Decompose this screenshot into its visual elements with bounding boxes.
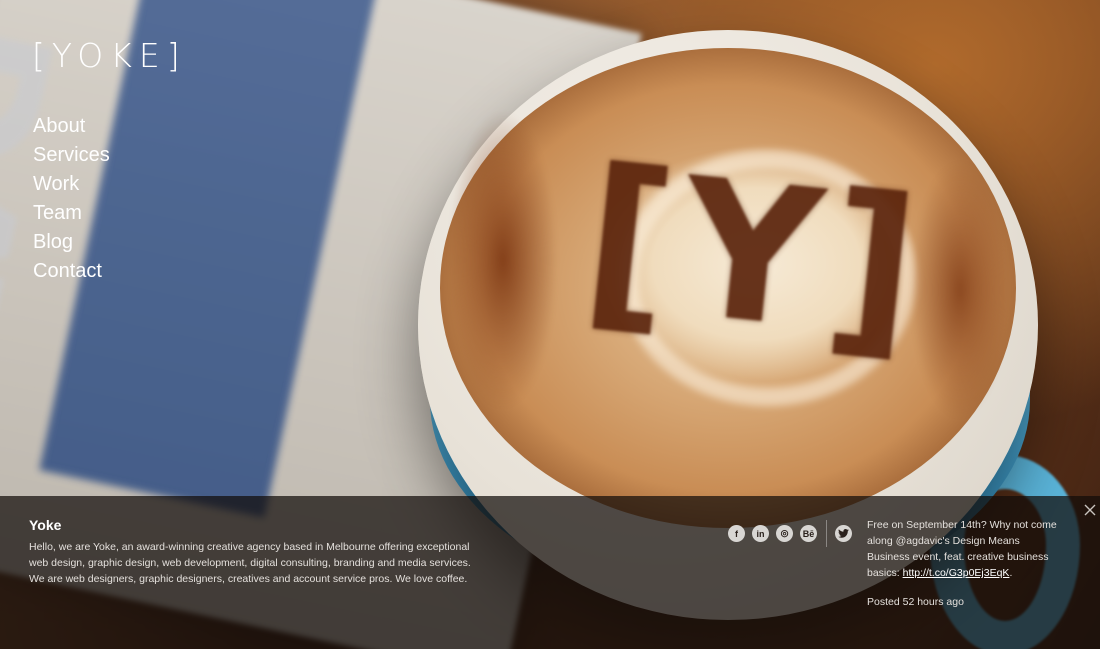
tweet-suffix: .: [1009, 567, 1013, 579]
social-links: f in ◎ Bē: [728, 525, 817, 542]
latte-art-logo: [Y]: [574, 126, 937, 383]
tweet-text: Free on September 14th? Why not come alo…: [867, 517, 1062, 581]
footer-title: Yoke: [29, 517, 62, 533]
tweet-link[interactable]: http://t.co/G3p0Ej3EqK: [903, 567, 1010, 579]
footer-description: Hello, we are Yoke, an award-winning cre…: [29, 541, 471, 585]
linkedin-icon[interactable]: in: [752, 525, 769, 542]
instagram-icon[interactable]: ◎: [776, 525, 793, 542]
facebook-icon[interactable]: f: [728, 525, 745, 542]
main-nav: About Services Work Team Blog Contact: [33, 112, 110, 286]
divider: [826, 520, 827, 547]
info-footer: Yoke Hello, we are Yoke, an award-winnin…: [0, 496, 1100, 649]
nav-item-contact[interactable]: Contact: [33, 257, 110, 286]
nav-item-services[interactable]: Services: [33, 141, 110, 170]
nav-item-team[interactable]: Team: [33, 199, 110, 228]
cocoa-dust-left: [448, 110, 558, 410]
site-logo[interactable]: [YOKE]: [32, 36, 187, 75]
nav-item-blog[interactable]: Blog: [33, 228, 110, 257]
close-icon[interactable]: [1083, 503, 1097, 517]
nav-item-work[interactable]: Work: [33, 170, 110, 199]
behance-icon[interactable]: Bē: [800, 525, 817, 542]
nav-item-about[interactable]: About: [33, 112, 110, 141]
twitter-icon[interactable]: [835, 525, 852, 542]
tweet-timestamp: Posted 52 hours ago: [867, 596, 964, 608]
